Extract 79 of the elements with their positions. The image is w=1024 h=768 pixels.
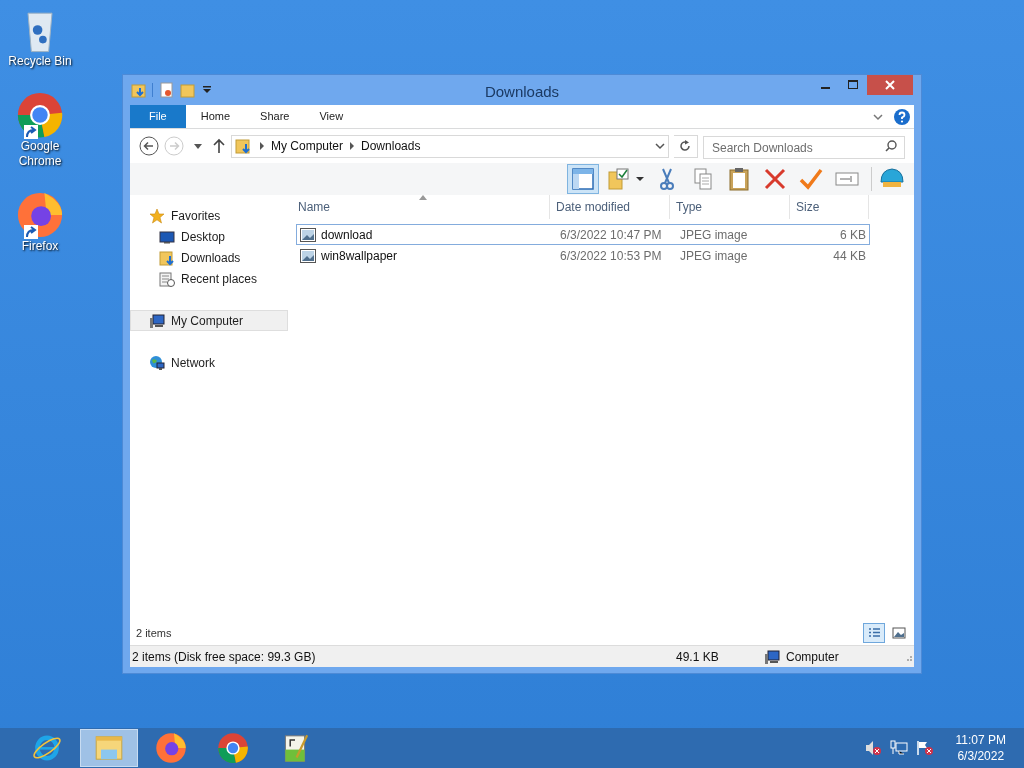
breadcrumb[interactable]: Downloads [361,137,421,155]
chrome-icon [217,732,249,764]
minimize-icon [820,87,830,89]
column-header[interactable]: Size [789,195,869,219]
folder-icon[interactable] [131,82,147,98]
nav-item[interactable]: Desktop [130,226,288,247]
network-icon[interactable] [889,740,908,756]
flag-alert-icon[interactable] [915,740,934,756]
table-cell-text: 6/3/2022 10:47 PM [559,226,663,244]
table-cell-text: 6 KB [839,226,866,244]
column-header[interactable]: Name [288,195,549,219]
close-icon [885,80,895,90]
network-globe-icon [149,354,165,371]
toolbar-button[interactable] [567,164,599,194]
image-file-icon [300,248,316,263]
dropdown-caret-icon [636,176,644,182]
properties-icon[interactable] [158,82,174,98]
preview-pane-icon [570,166,596,192]
maximize-icon [848,80,858,90]
file-name[interactable]: win8wallpaper [321,246,398,265]
computer-icon [149,312,165,329]
delete-icon [762,166,788,192]
nav-item[interactable]: Network [130,352,288,373]
view-toggle-button[interactable] [863,623,885,643]
chrome-icon[interactable] [16,91,64,139]
column-header[interactable]: Date modified [549,195,669,219]
back-icon[interactable] [139,136,159,156]
breadcrumb[interactable]: My Computer [271,137,344,155]
nav-item[interactable]: Downloads [130,247,288,268]
status-text: 49.1 KB [675,648,720,666]
table-cell-text: 44 KB [832,247,866,265]
window-title: Downloads [484,83,560,100]
help-icon[interactable] [894,108,910,125]
search-icon [885,139,897,152]
clock[interactable]: 11:07 PM 6/3/2022 [955,732,1006,764]
table-cell-text: 6/3/2022 10:53 PM [559,247,663,265]
ribbon-tab[interactable]: Home [185,105,246,128]
ribbon-tab[interactable]: View [304,105,359,128]
customize-dropdown-icon[interactable] [202,85,212,95]
downloads-folder-icon [159,249,175,266]
file-row[interactable]: win8wallpaper 6/3/2022 10:53 PM JPEG image 44 KB [296,245,870,266]
close-button[interactable] [867,75,913,95]
monitor-icon [159,228,175,245]
status-text: Computer [786,648,839,666]
sort-arrow-icon [419,195,427,200]
breadcrumb-arrow-icon[interactable] [259,142,265,150]
nav-item[interactable]: My Computer [130,310,288,331]
address-dropdown-icon[interactable] [654,141,665,151]
large-icons-view-icon [890,624,908,642]
computer-icon [764,648,782,665]
checkmark-icon [798,166,824,192]
address-bar[interactable]: My Computer Downloads [231,134,669,158]
folder-check-icon [606,166,632,192]
recent-locations-icon[interactable] [193,141,203,151]
column-header[interactable]: Type [669,195,789,219]
table-cell-text: JPEG image [679,226,749,244]
table-cell-text: JPEG image [679,247,749,265]
star-icon [149,207,165,224]
downloads-folder-icon [235,137,253,155]
breadcrumb-arrow-icon[interactable] [349,142,356,150]
nav-item[interactable]: Recent places [130,268,288,289]
refresh-icon [679,140,692,152]
desktop-icon-label[interactable]: Firefox [5,239,75,254]
search-field[interactable]: Search Downloads [703,136,905,159]
ribbon-tab[interactable]: File [130,105,186,128]
file-name[interactable]: download [321,225,373,244]
firefox-icon[interactable] [16,191,64,239]
firefox-icon [155,732,187,764]
speaker-muted-icon[interactable] [863,740,882,756]
clipboard-icon [726,166,752,192]
ribbon-tab[interactable]: Share [245,105,305,128]
file-row[interactable]: download 6/3/2022 10:47 PM JPEG image 6 KB [296,224,870,245]
up-icon[interactable] [212,138,226,154]
item-count: 2 items [136,625,172,641]
image-file-icon [300,227,316,242]
refresh-button[interactable] [673,134,698,158]
status-text: 2 items (Disk free space: 99.3 GB) [131,648,317,666]
nav-item[interactable]: Favorites [130,205,288,226]
recent-places-icon [159,270,175,287]
